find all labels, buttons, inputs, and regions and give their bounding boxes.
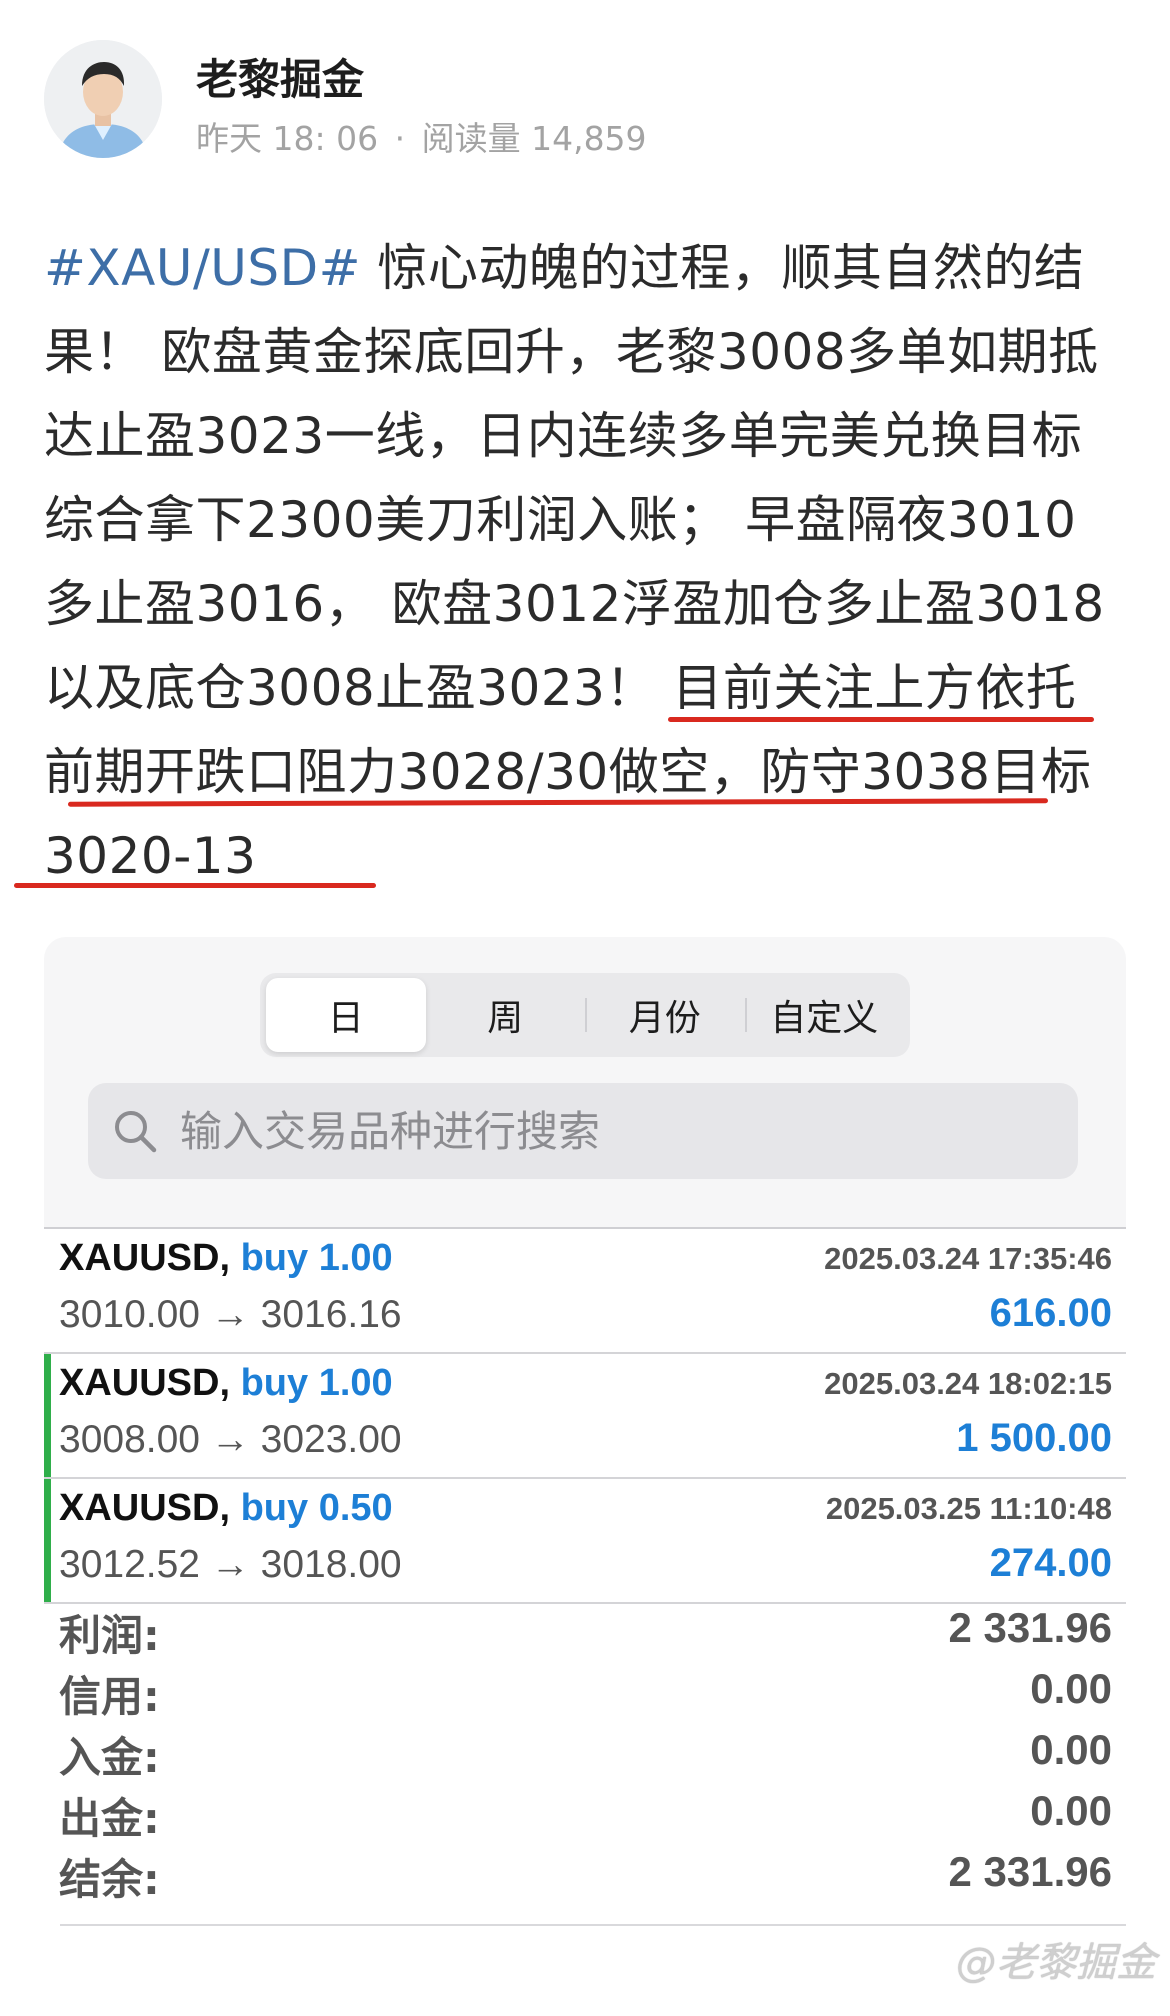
deal-side-volume: buy 1.00 [240, 1237, 393, 1279]
search-icon [115, 1111, 157, 1153]
deal-symbol: XAUUSD, buy 1.00 [59, 1362, 393, 1405]
post-line: 果！ 欧盘黄金探底回升，老黎3008多单如期抵 [44, 323, 1099, 381]
deal-profit: 1 500.00 [956, 1416, 1112, 1460]
symbol-name: XAUUSD, [59, 1362, 231, 1404]
summary-value: 0.00 [1030, 1787, 1112, 1834]
summary-label: 出金: [59, 1794, 160, 1843]
account-summary: 利润: 2 331.96 信用: 0.00 入金: 0.00 出金: 0.00 … [44, 1600, 1126, 1905]
post-time: 昨天 18: 06 [196, 119, 379, 158]
period-segmented-control: 日 周 月份 自定义 [260, 973, 910, 1057]
summary-row-credit: 信用: 0.00 [44, 1661, 1126, 1722]
tab-week[interactable]: 周 [426, 978, 586, 1052]
symbol-name: XAUUSD, [59, 1487, 231, 1529]
deal-symbol: XAUUSD, buy 0.50 [59, 1487, 393, 1530]
deal-profit: 616.00 [989, 1291, 1112, 1335]
post-body: #XAU/USD# 惊心动魄的过程，顺其自然的结 果！ 欧盘黄金探底回升，老黎3… [44, 226, 1130, 898]
summary-divider [60, 1924, 1126, 1926]
post-line: 综合拿下2300美刀利润入账； 早盘隔夜3010 [44, 491, 1077, 549]
avatar-image [44, 40, 162, 158]
red-underline [14, 883, 376, 888]
deal-symbol: XAUUSD, buy 1.00 [59, 1237, 393, 1280]
summary-row-profit: 利润: 2 331.96 [44, 1600, 1126, 1661]
read-count: 阅读量 14,859 [421, 119, 647, 158]
deal-row[interactable]: XAUUSD, buy 1.00 2025.03.24 18:02:15 300… [44, 1354, 1126, 1479]
summary-row-withdrawal: 出金: 0.00 [44, 1783, 1126, 1844]
deal-time: 2025.03.24 18:02:15 [824, 1366, 1112, 1401]
post-meta: 昨天 18: 06 · 阅读量 14,859 [196, 112, 653, 160]
post-text: 惊心动魄的过程，顺其自然的结 [361, 239, 1085, 297]
deal-time: 2025.03.25 11:10:48 [825, 1491, 1112, 1526]
tab-custom[interactable]: 自定义 [744, 978, 905, 1052]
deal-row[interactable]: XAUUSD, buy 0.50 2025.03.25 11:10:48 301… [44, 1479, 1126, 1604]
summary-value: 0.00 [1030, 1726, 1112, 1773]
summary-row-deposit: 入金: 0.00 [44, 1722, 1126, 1783]
deal-side-volume: buy 1.00 [240, 1362, 393, 1404]
deal-prices: 3010.00 → 3016.16 [59, 1293, 402, 1336]
red-underline [668, 717, 1094, 722]
post-line: #XAU/USD# 惊心动魄的过程，顺其自然的结 [44, 226, 1130, 310]
trade-history-panel: 日 周 月份 自定义 [44, 937, 1126, 1227]
meta-separator: · [394, 119, 406, 158]
post-line: 达止盈3023一线，日内连续多单完美兑换目标 [44, 407, 1083, 465]
summary-row-balance: 结余: 2 331.96 [44, 1844, 1126, 1905]
summary-value: 2 331.96 [948, 1848, 1113, 1895]
summary-label: 信用: [59, 1672, 160, 1721]
symbol-name: XAUUSD, [59, 1237, 231, 1279]
avatar[interactable] [44, 40, 162, 158]
highlight-bar [44, 1479, 51, 1602]
deal-profit: 274.00 [989, 1541, 1112, 1585]
tab-month[interactable]: 月份 [585, 978, 745, 1052]
deal-prices: 3012.52 → 3018.00 [59, 1543, 402, 1586]
deal-time: 2025.03.24 17:35:46 [824, 1241, 1112, 1276]
post-line: 多止盈3016， 欧盘3012浮盈加仓多止盈3018 [44, 575, 1105, 633]
tab-day[interactable]: 日 [266, 978, 426, 1052]
deals-list: XAUUSD, buy 1.00 2025.03.24 17:35:46 301… [44, 1227, 1126, 1604]
watermark: @老黎掘金 [956, 1940, 1156, 1986]
search-input[interactable] [178, 1105, 1042, 1157]
summary-label: 利润: [59, 1611, 160, 1660]
deal-side-volume: buy 0.50 [240, 1487, 393, 1529]
deal-prices: 3008.00 → 3023.00 [59, 1418, 402, 1461]
deal-row[interactable]: XAUUSD, buy 1.00 2025.03.24 17:35:46 301… [44, 1229, 1126, 1354]
summary-value: 0.00 [1030, 1665, 1112, 1712]
highlight-bar [44, 1354, 51, 1477]
summary-label: 入金: [59, 1733, 160, 1782]
hashtag-link[interactable]: #XAU/USD# [44, 239, 361, 297]
summary-label: 结余: [59, 1855, 160, 1904]
author-name[interactable]: 老黎掘金 [196, 46, 364, 107]
summary-value: 2 331.96 [948, 1604, 1113, 1651]
search-bar[interactable] [88, 1083, 1078, 1179]
